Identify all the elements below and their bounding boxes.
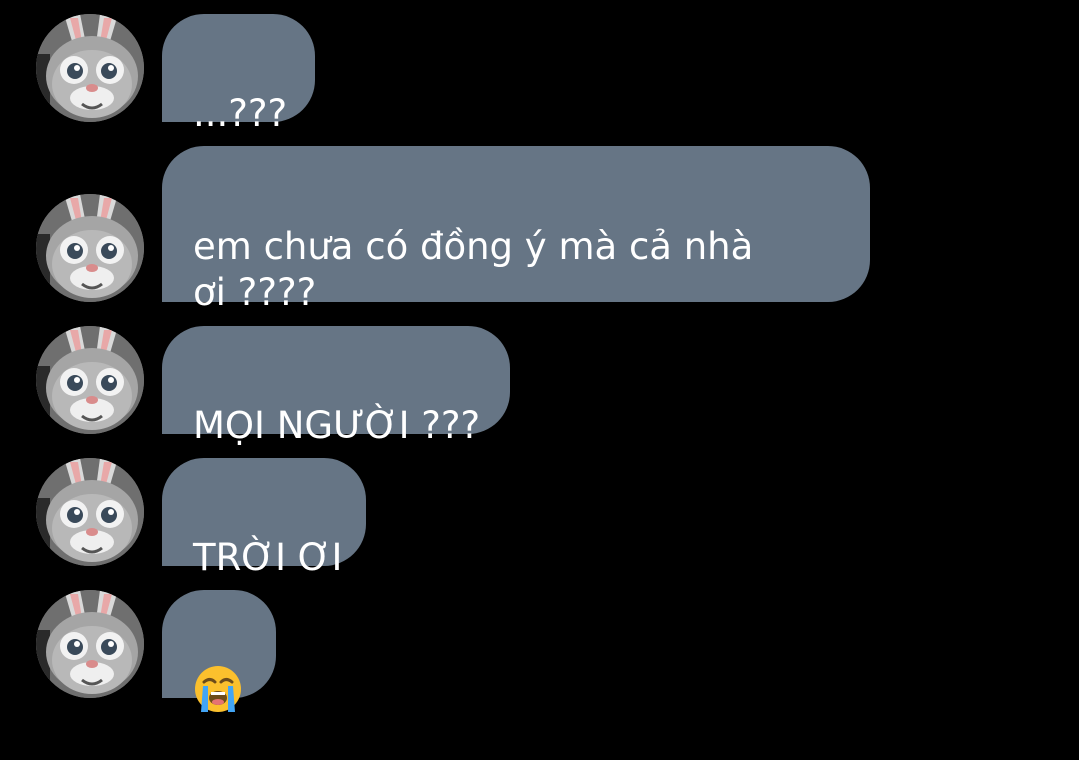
bunny-avatar-icon bbox=[36, 194, 144, 302]
bunny-avatar-icon bbox=[36, 458, 144, 566]
message-bubble[interactable]: TRỜI ƠI bbox=[162, 458, 366, 579]
bunny-avatar-icon bbox=[36, 14, 144, 122]
sender-avatar[interactable] bbox=[36, 14, 144, 122]
message-text: em chưa có đồng ý mà cả nhà ơi ???? bbox=[193, 225, 754, 314]
message-text: MỌI NGƯỜI ??? bbox=[193, 404, 481, 447]
message-bubble[interactable]: em chưa có đồng ý mà cả nhà ơi ???? bbox=[162, 146, 870, 314]
sender-avatar[interactable] bbox=[36, 326, 144, 434]
bunny-avatar-icon bbox=[36, 326, 144, 434]
bunny-avatar-icon bbox=[36, 590, 144, 698]
sender-avatar[interactable] bbox=[36, 590, 144, 698]
loudly-crying-face-emoji-icon bbox=[195, 666, 241, 712]
sender-avatar[interactable] bbox=[36, 194, 144, 302]
sender-avatar[interactable] bbox=[36, 458, 144, 566]
message-bubble[interactable]: ...??? bbox=[162, 14, 315, 135]
message-bubble[interactable] bbox=[162, 590, 276, 712]
message-text: TRỜI ƠI bbox=[193, 536, 343, 579]
message-text: ...??? bbox=[193, 92, 288, 135]
message-bubble[interactable]: MỌI NGƯỜI ??? bbox=[162, 326, 510, 447]
